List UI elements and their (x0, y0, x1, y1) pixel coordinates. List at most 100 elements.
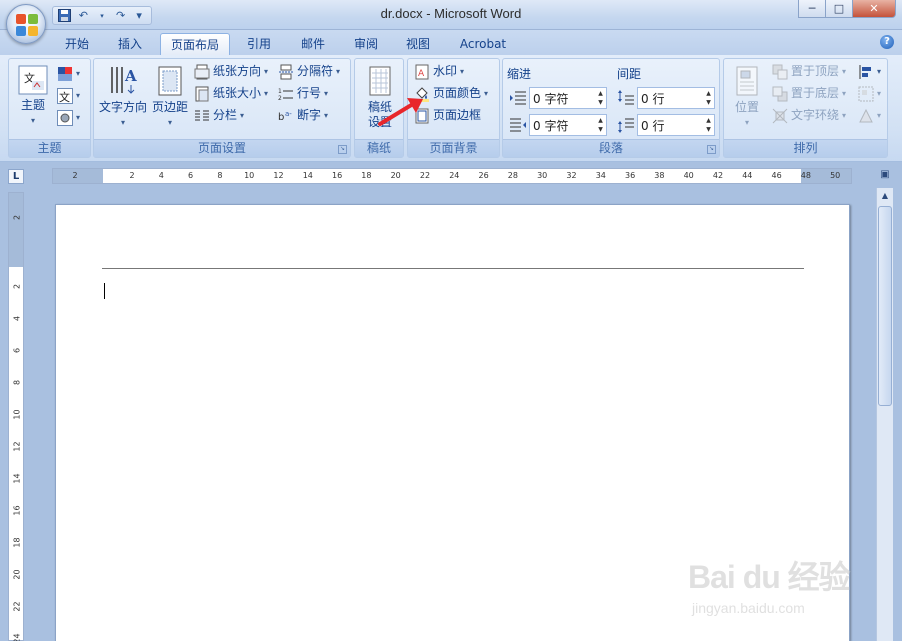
group-label-paragraph: 段落 (503, 139, 719, 157)
ruler-tick-label: 12 (12, 441, 22, 452)
ruler-tick-label: 32 (566, 171, 577, 180)
align-button[interactable]: ▾ (858, 62, 881, 81)
close-button[interactable]: ✕ (852, 0, 896, 18)
spin-arrows-icon[interactable]: ▲ ▼ (703, 89, 714, 107)
tab-page-layout[interactable]: 页面布局 (160, 33, 230, 55)
tab-mailings[interactable]: 邮件 (292, 33, 334, 55)
theme-colors-icon (57, 66, 73, 82)
theme-colors-button[interactable]: ▾ (57, 64, 80, 83)
ruler-tick-label: 16 (332, 171, 343, 180)
ruler-tick-label: 2 (12, 283, 22, 290)
spacing-after-stepper[interactable]: 0 行 ▲ ▼ (637, 114, 715, 136)
size-button[interactable]: 纸张大小 ▾ (194, 84, 268, 103)
text-direction-button[interactable]: A 文字方向 ▾ (98, 65, 148, 130)
ruler-tick-label: 8 (217, 171, 223, 180)
indent-left-icon (509, 89, 527, 107)
bring-to-front-button[interactable]: 置于顶层 ▾ (772, 62, 846, 81)
group-label-page-background: 页面背景 (408, 139, 499, 157)
tab-review[interactable]: 审阅 (345, 33, 387, 55)
page-setup-launcher-icon[interactable]: ↘ (338, 145, 347, 154)
size-icon (194, 86, 210, 102)
vertical-ruler[interactable]: 2 2 4 6 8 10 12 14 16 18 20 22 24 (8, 192, 24, 641)
spacing-before-stepper[interactable]: 0 行 ▲ ▼ (637, 87, 715, 109)
ruler-tick-label: 8 (12, 379, 22, 386)
breaks-button[interactable]: 分隔符 ▾ (278, 62, 340, 81)
indent-right-stepper[interactable]: 0 字符 ▲ ▼ (529, 114, 607, 136)
window-controls: ─ □ ✕ (798, 0, 896, 18)
group-objects-button[interactable]: ▾ (858, 84, 881, 103)
ruler-tick-label: 6 (188, 171, 194, 180)
ruler-tick-label: 42 (712, 171, 724, 180)
header-divider (102, 268, 804, 269)
position-button[interactable]: 位置 ▾ (728, 65, 766, 130)
breaks-icon (278, 64, 294, 80)
watermark-url: jingyan.baidu.com (692, 600, 805, 616)
theme-effects-icon (57, 109, 73, 126)
svg-text:b: b (278, 112, 284, 123)
ruler-tick-label: 14 (12, 473, 22, 484)
watermark-button[interactable]: A 水印 ▾ (414, 62, 464, 81)
tab-insert[interactable]: 插入 (109, 33, 151, 55)
svg-text:a-: a- (285, 110, 292, 118)
margins-button[interactable]: 页边距 ▾ (150, 65, 190, 130)
tab-references[interactable]: 引用 (238, 33, 280, 55)
theme-effects-button[interactable]: ▾ (57, 108, 80, 127)
horizontal-ruler[interactable]: 2 2 4 6 8 10 12 14 16 18 20 22 24 26 28 30 32 34 36 38 40 42 4… (52, 168, 852, 184)
position-icon (731, 65, 763, 97)
themes-icon: 文 (18, 65, 48, 95)
columns-button[interactable]: 分栏 ▾ (194, 106, 244, 125)
ruler-toggle-icon[interactable]: ▣ (877, 169, 893, 185)
orientation-button[interactable]: 纸张方向 ▾ (194, 62, 268, 81)
vertical-scrollbar[interactable]: ▲ (876, 188, 893, 641)
chevron-down-icon: ▾ (120, 118, 125, 127)
group-label-arrange: 排列 (724, 139, 887, 157)
office-logo-icon (16, 14, 38, 36)
bring-to-front-icon (772, 64, 788, 80)
tab-home[interactable]: 开始 (56, 33, 98, 55)
spin-arrows-icon[interactable]: ▲ ▼ (703, 116, 714, 134)
tab-stop-selector[interactable]: L (8, 169, 24, 184)
office-button[interactable] (6, 4, 46, 44)
group-label-draft: 稿纸 (355, 139, 403, 157)
ruler-tick-label: 14 (302, 171, 313, 180)
scroll-up-icon[interactable]: ▲ (877, 188, 893, 204)
spacing-after-icon (617, 116, 635, 134)
ruler-tick-label: 20 (12, 569, 22, 580)
tab-acrobat[interactable]: Acrobat (452, 33, 514, 55)
tab-view[interactable]: 视图 (397, 33, 439, 55)
text-wrapping-button[interactable]: 文字环绕 ▾ (772, 106, 846, 125)
rotate-button[interactable]: ▾ (858, 106, 881, 125)
svg-text:文: 文 (59, 90, 70, 104)
group-label-page-setup: 页面设置 (94, 139, 350, 157)
ruler-tick-label: 18 (361, 171, 372, 180)
svg-text:1: 1 (278, 88, 282, 95)
help-icon[interactable]: ? (880, 35, 894, 49)
spin-arrows-icon[interactable]: ▲ ▼ (595, 89, 606, 107)
ruler-tick-label: 46 (771, 171, 782, 180)
baidu-watermark: Bai du 经验 jingyan.baidu.com (688, 548, 858, 626)
send-to-back-button[interactable]: 置于底层 ▾ (772, 84, 846, 103)
themes-button[interactable]: 文 主题 ▾ (15, 65, 51, 128)
send-to-back-icon (772, 86, 788, 102)
chevron-down-icon: ▾ (30, 116, 35, 125)
ruler-tick-label: 24 (12, 633, 22, 641)
maximize-button[interactable]: □ (825, 0, 853, 18)
title-bar: ↶ ▾ ↷ ▾ dr.docx - Microsoft Word ─ □ ✕ (0, 0, 902, 30)
hyphenation-button[interactable]: b a- 断字 ▾ (278, 106, 328, 125)
spin-arrows-icon[interactable]: ▲ ▼ (595, 116, 606, 134)
paragraph-launcher-icon[interactable]: ↘ (707, 145, 716, 154)
text-wrapping-icon (772, 108, 788, 124)
text-direction-label: 文字方向 (98, 100, 147, 114)
scroll-thumb[interactable] (878, 206, 892, 406)
ruler-top-margin (9, 193, 23, 267)
ruler-tick-label: 10 (12, 409, 22, 420)
indent-left-stepper[interactable]: 0 字符 ▲ ▼ (529, 87, 607, 109)
line-numbers-button[interactable]: 12 行号 ▾ (278, 84, 328, 103)
orientation-icon (194, 64, 210, 80)
indent-label: 缩进 (507, 67, 532, 81)
group-page-setup: A 文字方向 ▾ 页边距 ▾ 纸张方向▾ 纸张大小▾ 分栏▾ 分隔符▾ (93, 58, 351, 158)
minimize-button[interactable]: ─ (798, 0, 826, 18)
theme-fonts-button[interactable]: 文 ▾ (57, 86, 80, 105)
ruler-tick-label: 26 (478, 171, 489, 180)
ruler-tick-label: 22 (419, 171, 431, 180)
